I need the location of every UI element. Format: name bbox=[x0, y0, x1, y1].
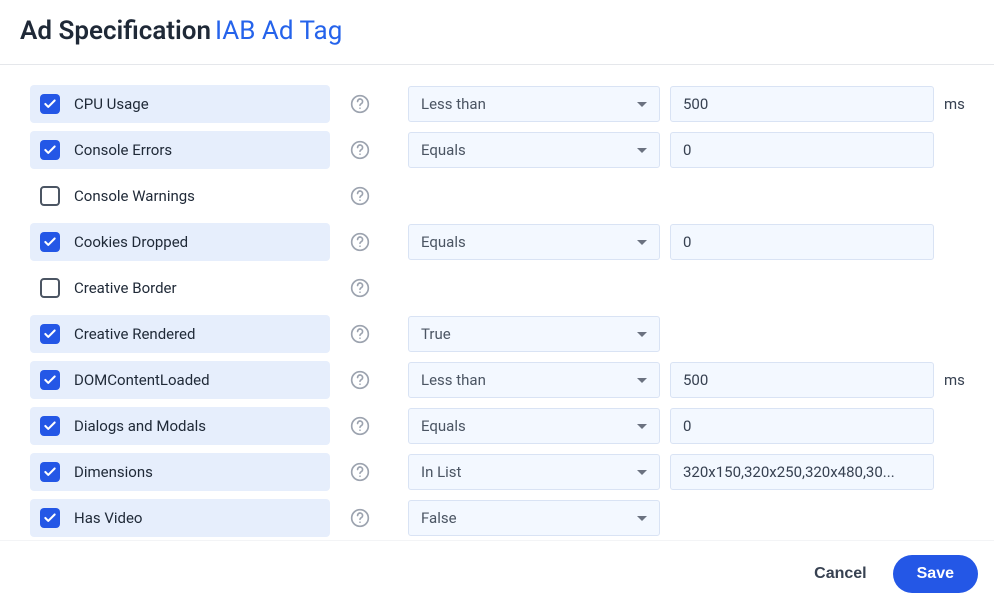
help-icon[interactable] bbox=[348, 276, 372, 300]
spec-row-label: Dialogs and Modals bbox=[74, 417, 206, 435]
chevron-down-icon bbox=[637, 332, 647, 337]
value-input[interactable]: 0 bbox=[670, 132, 934, 168]
spec-row-toggle[interactable]: Creative Border bbox=[30, 269, 330, 307]
spec-row-toggle[interactable]: Console Errors bbox=[30, 131, 330, 169]
value-input[interactable]: 320x150,320x250,320x480,30... bbox=[670, 454, 934, 490]
chevron-down-icon bbox=[637, 470, 647, 475]
value-input-text: 500 bbox=[683, 95, 708, 113]
save-button[interactable]: Save bbox=[893, 555, 978, 593]
cancel-button[interactable]: Cancel bbox=[796, 555, 884, 593]
chevron-down-icon bbox=[637, 102, 647, 107]
page-subtitle: IAB Ad Tag bbox=[215, 16, 342, 46]
spec-row-toggle[interactable]: Creative Rendered bbox=[30, 315, 330, 353]
operator-select[interactable]: Less than bbox=[408, 362, 660, 398]
chevron-down-icon bbox=[637, 378, 647, 383]
spec-row-toggle[interactable]: Dimensions bbox=[30, 453, 330, 491]
spec-row: Creative Rendered True bbox=[30, 315, 974, 353]
value-input[interactable]: 0 bbox=[670, 408, 934, 444]
help-icon[interactable] bbox=[348, 230, 372, 254]
checkbox[interactable] bbox=[40, 140, 60, 160]
spec-row-label: Console Warnings bbox=[74, 187, 195, 205]
chevron-down-icon bbox=[637, 148, 647, 153]
value-input[interactable]: 500 bbox=[670, 362, 934, 398]
spec-row-label: Dimensions bbox=[74, 463, 153, 481]
operator-select[interactable]: Equals bbox=[408, 132, 660, 168]
spec-row: CPU Usage Less than 500 ms bbox=[30, 85, 974, 123]
value-input-text: 500 bbox=[683, 371, 708, 389]
spec-row-toggle[interactable]: CPU Usage bbox=[30, 85, 330, 123]
operator-select[interactable]: Equals bbox=[408, 224, 660, 260]
checkbox[interactable] bbox=[40, 324, 60, 344]
checkbox[interactable] bbox=[40, 462, 60, 482]
value-input-text: 320x150,320x250,320x480,30... bbox=[683, 463, 895, 481]
spec-row-toggle[interactable]: DOMContentLoaded bbox=[30, 361, 330, 399]
operator-select-value: Equals bbox=[421, 417, 466, 435]
value-input-text: 0 bbox=[683, 141, 691, 159]
help-icon[interactable] bbox=[348, 184, 372, 208]
operator-select[interactable]: Equals bbox=[408, 408, 660, 444]
spec-row-label: Creative Rendered bbox=[74, 325, 195, 343]
chevron-down-icon bbox=[637, 424, 647, 429]
operator-select[interactable]: In List bbox=[408, 454, 660, 490]
operator-select[interactable]: Less than bbox=[408, 86, 660, 122]
operator-select-value: False bbox=[421, 509, 457, 527]
checkbox[interactable] bbox=[40, 232, 60, 252]
value-suffix: ms bbox=[944, 95, 965, 113]
help-icon[interactable] bbox=[348, 138, 372, 162]
help-icon[interactable] bbox=[348, 322, 372, 346]
spec-row-label: Cookies Dropped bbox=[74, 233, 188, 251]
spec-row: Console Errors Equals 0 bbox=[30, 131, 974, 169]
operator-select-value: Equals bbox=[421, 141, 466, 159]
checkbox[interactable] bbox=[40, 370, 60, 390]
spec-row: Console Warnings bbox=[30, 177, 974, 215]
operator-select-value: Less than bbox=[421, 95, 486, 113]
spec-row-toggle[interactable]: Console Warnings bbox=[30, 177, 330, 215]
header: Ad Specification IAB Ad Tag bbox=[0, 0, 994, 65]
spec-list: CPU Usage Less than 500 ms Console Errors Equ… bbox=[0, 65, 994, 540]
spec-row-toggle[interactable]: Cookies Dropped bbox=[30, 223, 330, 261]
checkbox[interactable] bbox=[40, 278, 60, 298]
operator-select-value: Equals bbox=[421, 233, 466, 251]
value-input[interactable]: 500 bbox=[670, 86, 934, 122]
spec-row: Dialogs and Modals Equals 0 bbox=[30, 407, 974, 445]
spec-row: Cookies Dropped Equals 0 bbox=[30, 223, 974, 261]
operator-select-value: True bbox=[421, 325, 451, 343]
spec-row-toggle[interactable]: Dialogs and Modals bbox=[30, 407, 330, 445]
help-icon[interactable] bbox=[348, 368, 372, 392]
help-icon[interactable] bbox=[348, 92, 372, 116]
spec-row-label: DOMContentLoaded bbox=[74, 371, 210, 389]
operator-select-value: Less than bbox=[421, 371, 486, 389]
value-input-text: 0 bbox=[683, 417, 691, 435]
spec-row: DOMContentLoaded Less than 500 ms bbox=[30, 361, 974, 399]
page-title: Ad Specification bbox=[20, 16, 211, 46]
chevron-down-icon bbox=[637, 516, 647, 521]
footer: Cancel Save bbox=[0, 540, 994, 607]
value-input-text: 0 bbox=[683, 233, 691, 251]
spec-row-toggle[interactable]: Has Video bbox=[30, 499, 330, 537]
spec-row-label: Console Errors bbox=[74, 141, 172, 159]
operator-select[interactable]: True bbox=[408, 316, 660, 352]
checkbox[interactable] bbox=[40, 508, 60, 528]
checkbox[interactable] bbox=[40, 186, 60, 206]
spec-row-label: CPU Usage bbox=[74, 95, 149, 113]
spec-row: Has Video False bbox=[30, 499, 974, 537]
checkbox[interactable] bbox=[40, 416, 60, 436]
value-suffix: ms bbox=[944, 371, 965, 389]
spec-row-label: Has Video bbox=[74, 509, 143, 527]
help-icon[interactable] bbox=[348, 506, 372, 530]
chevron-down-icon bbox=[637, 240, 647, 245]
spec-row-label: Creative Border bbox=[74, 279, 177, 297]
spec-row: Creative Border bbox=[30, 269, 974, 307]
help-icon[interactable] bbox=[348, 414, 372, 438]
operator-select[interactable]: False bbox=[408, 500, 660, 536]
spec-row: Dimensions In List 320x150,320x250,320x480… bbox=[30, 453, 974, 491]
checkbox[interactable] bbox=[40, 94, 60, 114]
help-icon[interactable] bbox=[348, 460, 372, 484]
operator-select-value: In List bbox=[421, 463, 461, 481]
value-input[interactable]: 0 bbox=[670, 224, 934, 260]
